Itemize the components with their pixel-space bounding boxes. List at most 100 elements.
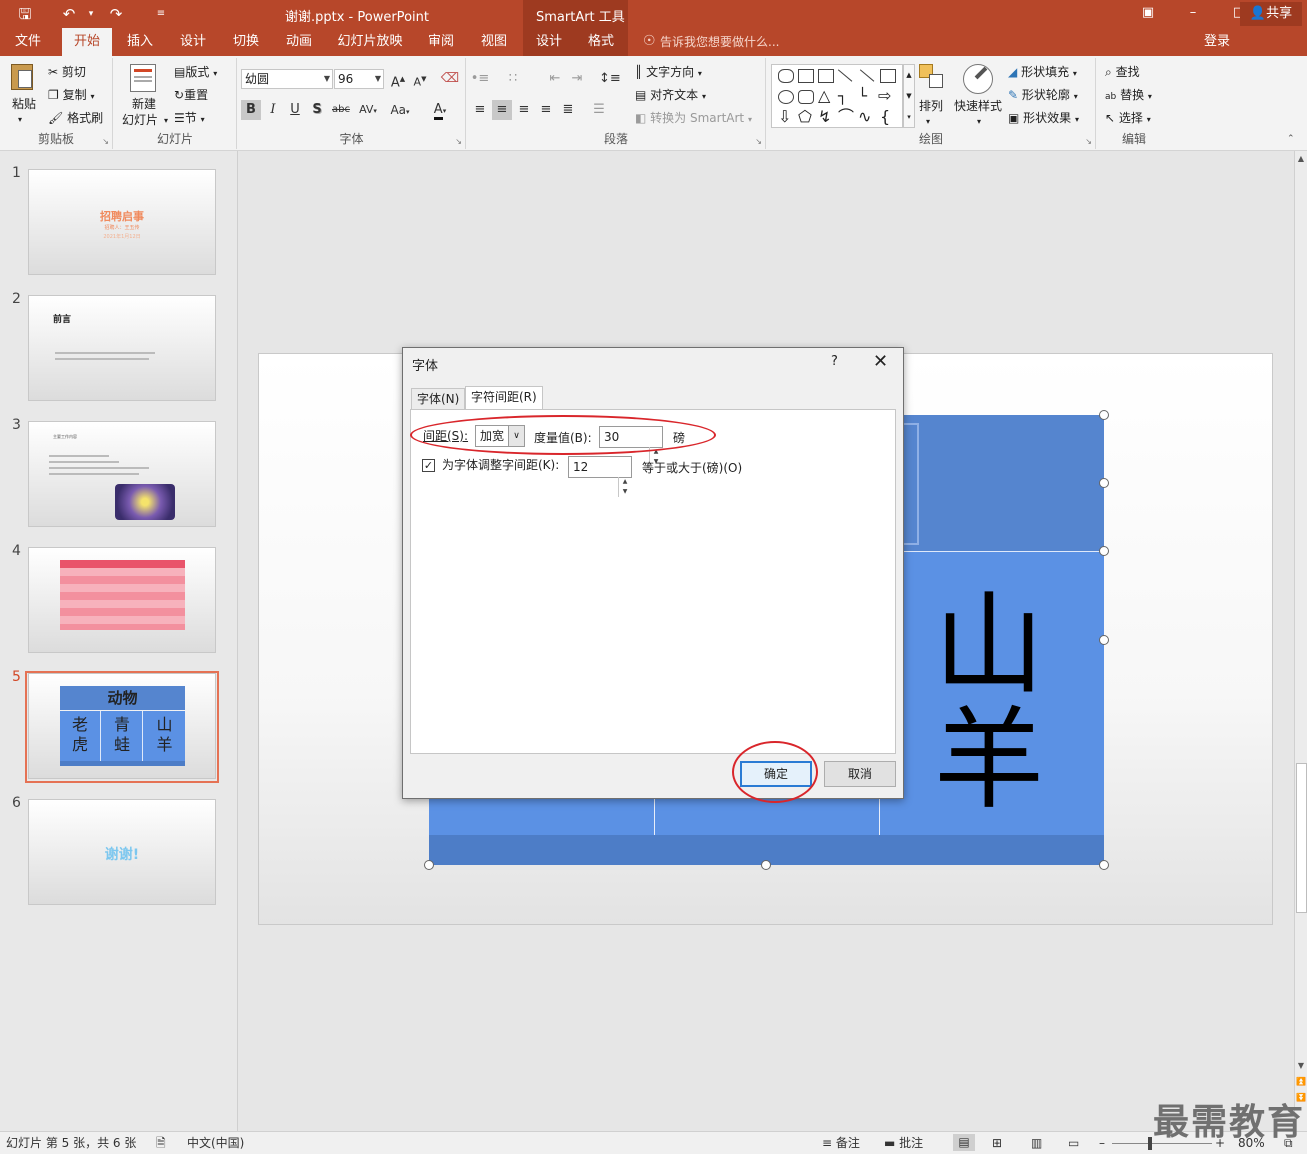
tab-insert[interactable]: 插入	[117, 28, 163, 56]
change-case-button[interactable]: Aa▾	[385, 100, 415, 120]
quick-styles-dropdown-icon[interactable]: ▾	[977, 112, 981, 132]
triangle-shape-icon[interactable]: △	[818, 88, 830, 104]
italic-button[interactable]: I	[263, 100, 283, 120]
shape-effects-button[interactable]: ▣ 形状效果 ▾	[1008, 108, 1079, 130]
reset-button[interactable]: ↻重置	[174, 85, 208, 105]
slide-thumbnail-2[interactable]: 前言	[28, 295, 216, 401]
tab-design[interactable]: 设计	[170, 28, 216, 56]
smartart-char[interactable]: 山	[919, 590, 1059, 700]
resize-handle[interactable]	[761, 860, 771, 870]
tab-file[interactable]: 文件	[0, 28, 56, 56]
tab-transitions[interactable]: 切换	[223, 28, 269, 56]
slide-thumbnail-3[interactable]: 主要工作内容	[28, 421, 216, 527]
tab-font[interactable]: 字体(N)	[411, 388, 466, 410]
minimize-icon[interactable]: –	[1178, 3, 1208, 23]
clear-formatting-icon[interactable]: ⌫	[440, 69, 460, 89]
elbow-connector-icon[interactable]: ┐	[838, 88, 847, 104]
language-indicator[interactable]: 中文(中国)	[187, 1135, 244, 1151]
tell-me-input[interactable]: 告诉我您想要做什么...	[660, 28, 779, 56]
underline-button[interactable]: U	[285, 100, 305, 120]
vertical-textbox-shape-icon[interactable]	[818, 69, 834, 83]
restore-ribbon-icon[interactable]: ▣	[1133, 3, 1163, 23]
login-link[interactable]: 登录	[1204, 28, 1230, 56]
align-center-icon[interactable]: ≡	[492, 100, 512, 120]
kerning-spinner[interactable]: ▲ ▼	[618, 477, 631, 497]
tab-review[interactable]: 审阅	[418, 28, 464, 56]
tab-home[interactable]: 开始	[62, 28, 112, 56]
shadow-button[interactable]: S	[307, 100, 327, 120]
comments-button[interactable]: ▬ 批注	[884, 1135, 923, 1151]
font-name-dropdown-icon[interactable]: ▼	[324, 70, 330, 88]
textbox-shape-icon[interactable]	[798, 69, 814, 83]
help-icon[interactable]: ?	[831, 354, 838, 369]
slideshow-view-icon[interactable]: ▭	[1068, 1135, 1079, 1151]
resize-handle[interactable]	[1099, 860, 1109, 870]
line-shape-icon[interactable]	[837, 69, 853, 82]
vertical-scrollbar[interactable]: ▲ ▼ ⏫ ⏬	[1294, 151, 1307, 1131]
numbering-icon[interactable]: ∷	[503, 69, 523, 89]
resize-handle[interactable]	[424, 860, 434, 870]
smartart-char[interactable]: 羊	[919, 705, 1059, 815]
slide-thumbnail-6[interactable]: 谢谢!	[28, 799, 216, 905]
shape-outline-button[interactable]: ✎ 形状轮廓 ▾	[1008, 85, 1078, 107]
justify-icon[interactable]: ≡	[536, 100, 556, 120]
slide-thumbnail-1[interactable]: 招聘启事 招聘人：王五传 2021年1月12日	[28, 169, 216, 275]
kerning-input[interactable]: 12 ▲ ▼	[568, 456, 632, 497]
copy-button[interactable]: ❐ 复制 ▾	[48, 85, 94, 107]
close-icon[interactable]: ✕	[873, 351, 888, 372]
grow-font-button[interactable]: A▲	[388, 69, 408, 90]
slide-thumbnail-4[interactable]	[28, 547, 216, 653]
arrange-label[interactable]: 排列	[919, 96, 943, 116]
character-spacing-button[interactable]: AV▾	[355, 100, 381, 120]
scroll-down-icon[interactable]: ▼	[1295, 1061, 1307, 1070]
cancel-button[interactable]: 取消	[824, 761, 896, 787]
kerning-checkbox[interactable]: ✓	[422, 459, 435, 472]
layout-button[interactable]: ▤版式 ▾	[174, 62, 217, 84]
tab-smartart-format[interactable]: 格式	[579, 28, 623, 56]
zoom-out-icon[interactable]: –	[1099, 1135, 1105, 1151]
section-button[interactable]: ☰节 ▾	[174, 108, 205, 130]
decrease-indent-icon[interactable]: ⇤	[545, 69, 565, 89]
format-painter-button[interactable]: 🖌 格式刷	[48, 108, 103, 128]
spin-down-icon[interactable]: ▼	[619, 487, 631, 497]
save-icon[interactable]: 🖫	[14, 4, 36, 24]
heart-shape-icon[interactable]	[778, 69, 794, 83]
curve-shape-icon[interactable]: ∿	[858, 109, 871, 125]
slide-thumbnail-5[interactable]: 动物 老虎 青蛙 山羊	[28, 673, 216, 779]
bold-button[interactable]: B	[241, 100, 261, 120]
zoom-slider-thumb[interactable]	[1148, 1137, 1152, 1150]
collapse-ribbon-icon[interactable]: ⌃	[1287, 134, 1295, 144]
undo-icon[interactable]: ↶	[58, 4, 80, 24]
elbow-arrow-icon[interactable]: └	[858, 88, 867, 104]
strikethrough-button[interactable]: abc	[329, 100, 353, 120]
arrange-icon[interactable]	[919, 64, 945, 94]
replace-button[interactable]: ab 替换 ▾	[1105, 85, 1152, 107]
text-direction-button[interactable]: ║ 文字方向 ▾	[635, 62, 702, 84]
convert-smartart-button[interactable]: ◧ 转换为 SmartArt ▾	[635, 108, 752, 130]
resize-handle[interactable]	[1099, 478, 1109, 488]
dialog-launcher-icon[interactable]: ↘	[755, 137, 762, 146]
align-right-icon[interactable]: ≡	[514, 100, 534, 120]
tab-character-spacing[interactable]: 字符间距(R)	[465, 386, 543, 410]
lightning-shape-icon[interactable]: ↯	[818, 109, 831, 125]
copy-dropdown-icon[interactable]: ▾	[90, 92, 94, 101]
tab-view[interactable]: 视图	[471, 28, 517, 56]
tab-slideshow[interactable]: 幻灯片放映	[330, 28, 410, 56]
font-color-button[interactable]: A▾	[425, 100, 455, 120]
down-arrow-shape-icon[interactable]: ⇩	[778, 109, 791, 125]
shapes-gallery[interactable]: △ ┐ └ ⇨ ⇩ ⬠ ↯ ⌒ ∿ {	[771, 64, 903, 128]
redo-icon[interactable]: ↷	[105, 4, 127, 24]
resize-handle[interactable]	[1099, 635, 1109, 645]
increase-indent-icon[interactable]: ⇥	[567, 69, 587, 89]
share-button[interactable]: 👤共享	[1240, 2, 1302, 26]
paste-dropdown-icon[interactable]: ▾	[18, 110, 22, 130]
shapes-gallery-scroll[interactable]: ▲ ▼ ▾	[903, 64, 915, 128]
arrange-dropdown-icon[interactable]: ▾	[926, 112, 930, 132]
oval-shape-icon[interactable]	[778, 90, 794, 104]
freeform-shape-icon[interactable]: ⬠	[798, 109, 812, 125]
spellcheck-icon[interactable]: 🗎	[156, 1135, 166, 1151]
new-slide-icon[interactable]	[130, 64, 156, 92]
align-text-button[interactable]: ▤ 对齐文本 ▾	[635, 85, 706, 107]
undo-dropdown-icon[interactable]: ▾	[80, 4, 102, 24]
select-button[interactable]: ↖ 选择 ▾	[1105, 108, 1151, 130]
